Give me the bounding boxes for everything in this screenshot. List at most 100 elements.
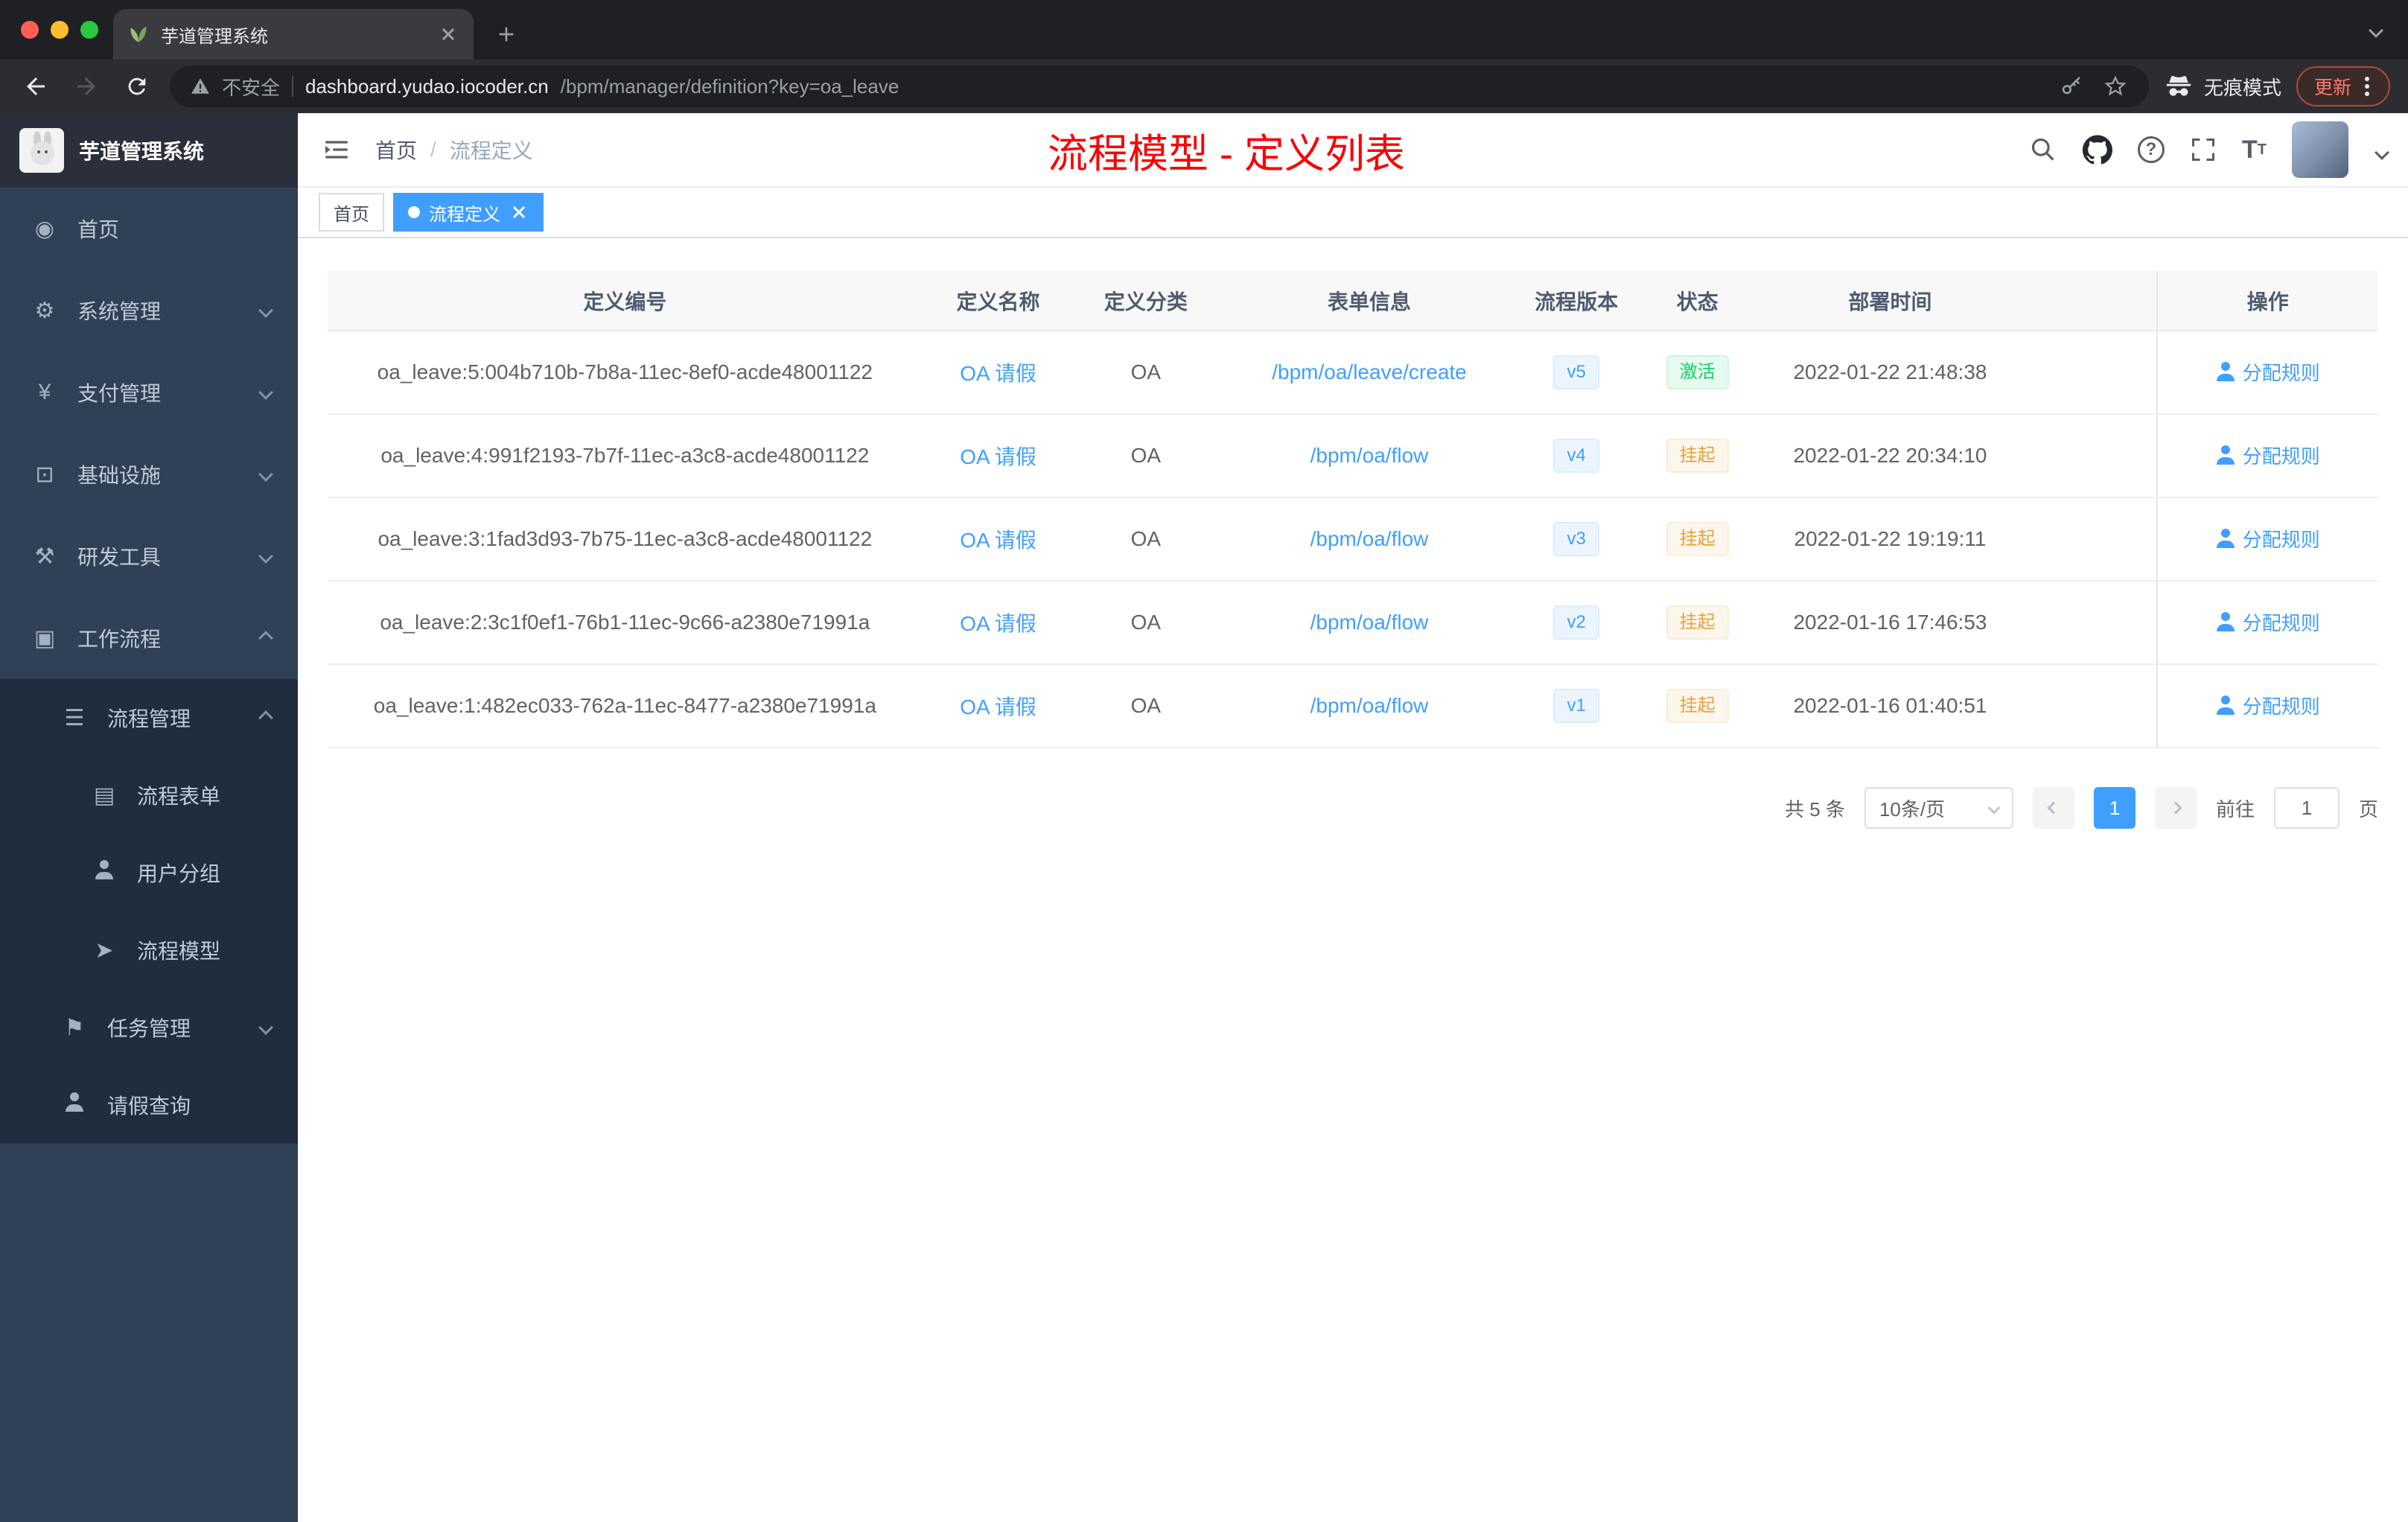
app: 芋道管理系统 ◉ 首页 ⚙ 系统管理 ¥ 支付管理 ⊡ 基础设施 ⚒ 研发工具 … [0,113,2408,1522]
definition-name-link[interactable]: OA 请假 [960,695,1036,719]
user-group-icon [89,860,119,885]
sidebar-item-process-model[interactable]: ➤ 流程模型 [0,911,298,989]
reload-button[interactable] [119,69,155,104]
form-info-link[interactable]: /bpm/oa/flow [1310,694,1429,717]
close-window-button[interactable] [21,21,39,39]
prev-page-button[interactable] [2032,787,2074,829]
table-row: oa_leave:5:004b710b-7b8a-11ec-8ef0-acde4… [328,331,2378,415]
sidebar-item-home[interactable]: ◉ 首页 [0,188,298,270]
next-page-button[interactable] [2154,787,2197,829]
new-tab-button[interactable] [485,13,527,55]
navbar: 首页 / 流程定义 流程模型 - 定义列表 ? T T [298,113,2408,188]
definition-name-link[interactable]: OA 请假 [960,362,1036,385]
question-icon: ? [2138,136,2165,163]
tab-close-icon[interactable] [438,24,459,45]
sidebar-toggle-button[interactable] [298,113,375,186]
col-process-version: 流程版本 [1520,271,1632,331]
sidebar-item-system[interactable]: ⚙ 系统管理 [0,270,298,351]
maximize-window-button[interactable] [80,21,98,39]
sidebar-item-process-manage[interactable]: ☰ 流程管理 [0,679,298,757]
status-badge: 激活 [1666,355,1729,389]
sidebar-item-dev-tools[interactable]: ⚒ 研发工具 [0,515,298,597]
form-info-link[interactable]: /bpm/oa/flow [1310,527,1429,550]
person-icon [2216,362,2235,381]
font-size-icon: T [2242,136,2258,164]
table-row: oa_leave:2:3c1f0ef1-76b1-11ec-9c66-a2380… [328,581,2378,665]
definition-name-link[interactable]: OA 请假 [960,445,1036,468]
breadcrumb-home[interactable]: 首页 [375,135,417,165]
form-info-link[interactable]: /bpm/oa/flow [1310,444,1429,467]
password-key-icon[interactable] [2060,74,2085,99]
browser-update-menu-button[interactable]: 更新 [2296,66,2390,106]
col-form-info: 表单信息 [1217,271,1521,331]
sidebar-item-infrastructure[interactable]: ⊡ 基础设施 [0,433,298,515]
browser-tab[interactable]: 芋道管理系统 [113,9,474,60]
tag-label: 流程定义 [429,204,500,225]
tag-process-definition[interactable]: 流程定义 [393,193,544,232]
page-number-button[interactable]: 1 [2093,787,2135,829]
incognito-badge: 无痕模式 [2164,71,2281,101]
pagination: 共 5 条 10条/页 1 前往 页 [328,787,2378,829]
tag-label: 首页 [334,204,369,225]
search-button[interactable] [2029,136,2057,164]
sidebar-item-task-manage[interactable]: ⚑ 任务管理 [0,989,298,1066]
sidebar-item-user-group[interactable]: 用户分组 [0,834,298,911]
table-row: oa_leave:3:1fad3d93-7b75-11ec-a3c8-acde4… [328,497,2378,582]
sidebar-item-process-form[interactable]: ▤ 流程表单 [0,757,298,834]
col-definition-name: 定义名称 [922,271,1074,331]
chevron-down-icon [2369,23,2383,38]
docs-help-button[interactable]: ? [2138,136,2165,163]
status-badge: 挂起 [1666,689,1729,723]
definition-name-link[interactable]: OA 请假 [960,612,1036,635]
goto-page-input[interactable] [2273,787,2339,829]
col-status: 状态 [1631,271,1763,331]
assign-rule-link[interactable]: 分配规则 [2216,692,2320,719]
form-info-link[interactable]: /bpm/oa/flow [1310,611,1429,634]
app-logo[interactable]: 芋道管理系统 [0,113,298,188]
forward-button[interactable] [69,69,104,104]
plus-icon [499,27,514,42]
sidebar-item-payment[interactable]: ¥ 支付管理 [0,351,298,433]
search-icon [2031,138,2054,161]
tag-close-icon[interactable] [509,203,529,222]
definition-category: OA [1074,414,1218,498]
bookmark-star-icon[interactable] [2103,74,2128,99]
process-manage-icon: ☰ [64,705,85,730]
assign-rule-link[interactable]: 分配规则 [2216,442,2320,469]
font-size-button[interactable]: TT [2242,137,2267,162]
dev-tools-icon: ⚒ [34,544,55,569]
workflow-submenu: ☰ 流程管理 ▤ 流程表单 用户分组 ➤ 流程模型 ⚑ 任务管理 请假查询 [0,679,298,1144]
assign-rule-link[interactable]: 分配规则 [2216,525,2320,553]
forward-arrow-icon [77,77,95,95]
status-badge: 挂起 [1666,522,1729,556]
page-size-select[interactable]: 10条/页 [1864,787,2013,829]
breadcrumb-separator: / [430,138,436,161]
kebab-menu-icon [2365,84,2369,89]
address-bar[interactable]: 不安全 dashboard.yudao.iocoder.cn /bpm/mana… [170,66,2149,107]
hamburger-icon [325,141,348,159]
sidebar-item-leave-query[interactable]: 请假查询 [0,1066,298,1144]
sidebar-item-workflow[interactable]: ▣ 工作流程 [0,597,298,679]
infrastructure-icon: ⊡ [35,462,54,487]
deploy-time: 2022-01-16 17:46:53 [1762,581,2018,665]
user-avatar[interactable] [2292,121,2348,178]
reload-icon [128,77,146,95]
minimize-window-button[interactable] [51,21,69,39]
chevron-down-icon [258,385,273,400]
back-button[interactable] [18,69,54,104]
col-deploy-time: 部署时间 [1762,271,2018,331]
form-info-link[interactable]: /bpm/oa/leave/create [1272,360,1467,383]
definition-name-link[interactable]: OA 请假 [960,529,1036,552]
incognito-icon [2166,76,2191,96]
not-secure-label: 不安全 [222,76,281,99]
assign-rule-link[interactable]: 分配规则 [2216,608,2320,636]
github-button[interactable] [2083,135,2112,165]
tab-title: 芋道管理系统 [161,26,268,47]
fullscreen-button[interactable] [2190,136,2217,163]
tag-home[interactable]: 首页 [319,193,384,232]
assign-rule-link[interactable]: 分配规则 [2216,358,2320,386]
sidebar: 芋道管理系统 ◉ 首页 ⚙ 系统管理 ¥ 支付管理 ⊡ 基础设施 ⚒ 研发工具 … [0,113,298,1522]
avatar-caret-icon[interactable] [2374,136,2389,164]
logo-avatar [19,128,64,173]
tab-search-button[interactable] [2369,14,2383,42]
